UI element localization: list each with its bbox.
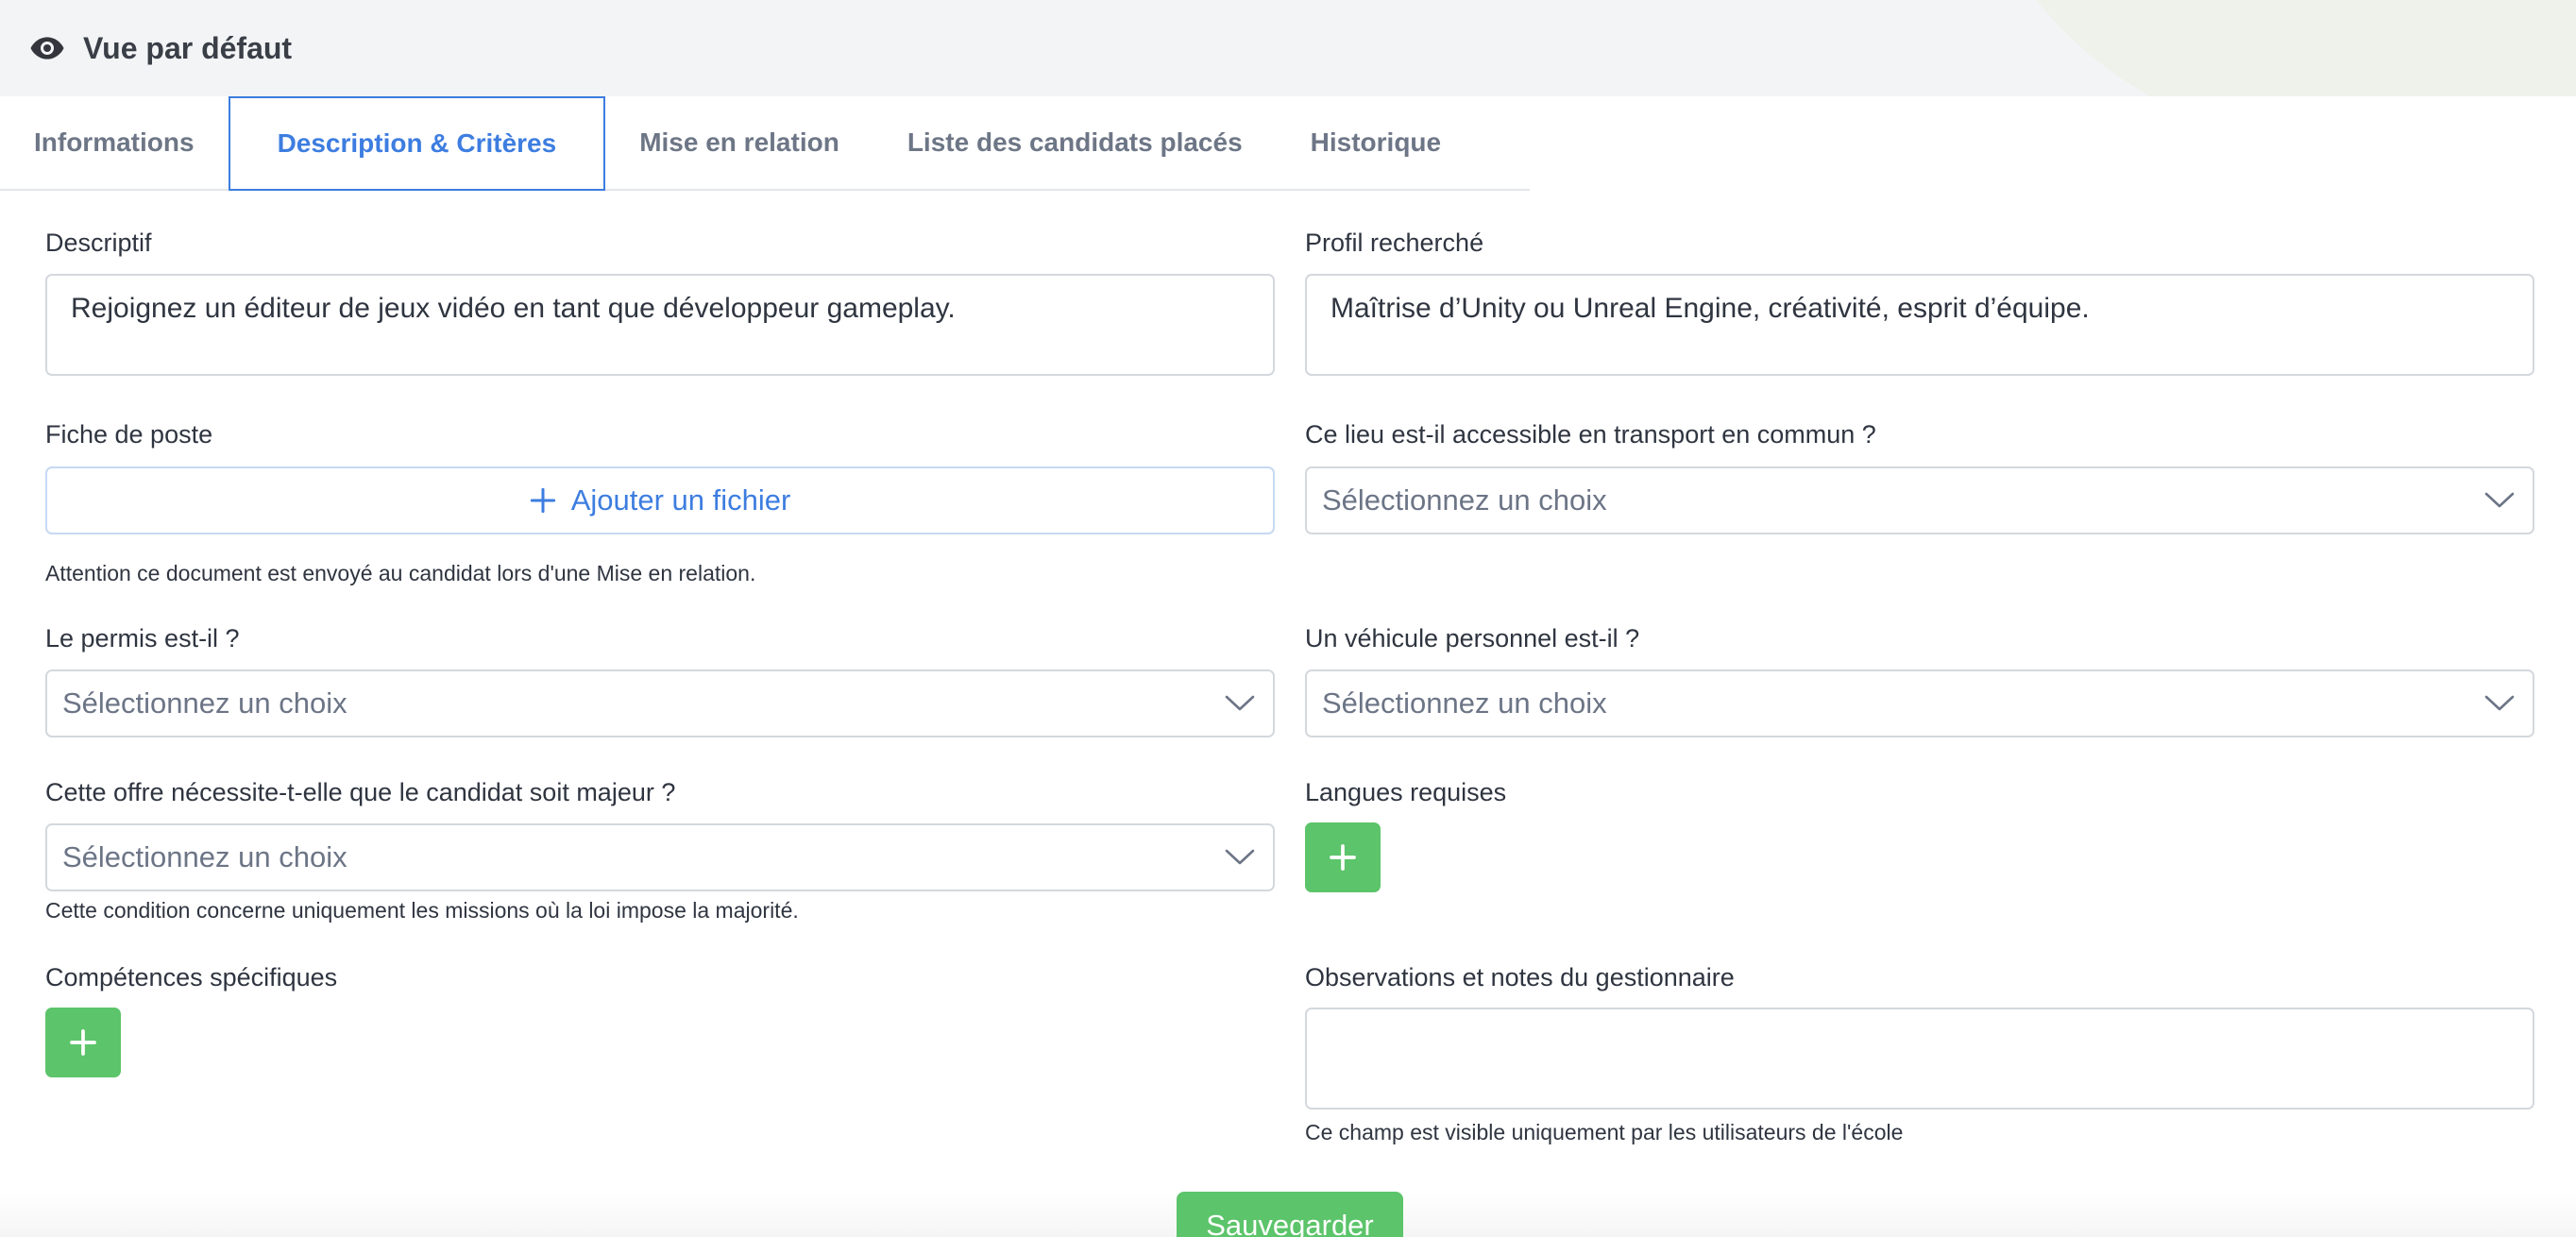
add-competence-button[interactable] <box>45 1008 121 1077</box>
vehicule-select[interactable]: Sélectionnez un choix <box>1305 669 2534 737</box>
plus-icon <box>70 1029 96 1056</box>
majeur-label: Cette offre nécessite-t-elle que le cand… <box>45 778 676 806</box>
chevron-down-icon <box>1225 695 1255 711</box>
page-header: Vue par défaut <box>0 0 2576 96</box>
observations-label: Observations et notes du gestionnaire <box>1305 963 1735 991</box>
transport-select-value: Sélectionnez un choix <box>1322 483 1607 517</box>
majeur-select-value: Sélectionnez un choix <box>62 840 347 873</box>
header-title-group: Vue par défaut <box>28 26 292 70</box>
plus-icon <box>1330 844 1356 871</box>
majeur-select[interactable]: Sélectionnez un choix <box>45 823 1275 891</box>
profil-textarea[interactable]: Maîtrise d’Unity ou Unreal Engine, créat… <box>1305 274 2534 376</box>
fiche-help-text: Attention ce document est envoyé au cand… <box>45 561 756 585</box>
permis-select-value: Sélectionnez un choix <box>62 686 347 720</box>
chevron-down-icon <box>1225 849 1255 865</box>
descriptif-textarea[interactable]: Rejoignez un éditeur de jeux vidéo en ta… <box>45 274 1275 376</box>
add-file-button[interactable]: Ajouter un fichier <box>45 466 1275 534</box>
tab-candidats-places[interactable]: Liste des candidats placés <box>873 96 1277 189</box>
profil-label: Profil recherché <box>1305 229 1484 257</box>
add-langue-button[interactable] <box>1305 822 1381 892</box>
transport-label: Ce lieu est-il accessible en transport e… <box>1305 420 1876 449</box>
save-button[interactable]: Sauvegarder <box>1177 1192 1403 1237</box>
majeur-help-text: Cette condition concerne uniquement les … <box>45 898 799 923</box>
chevron-down-icon <box>2484 695 2515 711</box>
tab-informations[interactable]: Informations <box>0 96 229 189</box>
eye-icon <box>30 37 64 59</box>
observations-textarea[interactable] <box>1305 1008 2534 1110</box>
tab-bar: Informations Description & Critères Mise… <box>0 96 1530 191</box>
header-decoration <box>1962 0 2576 96</box>
vehicule-label: Un véhicule personnel est-il ? <box>1305 624 1640 652</box>
permis-label: Le permis est-il ? <box>45 624 240 652</box>
tab-mise-en-relation[interactable]: Mise en relation <box>605 96 873 189</box>
competences-label: Compétences spécifiques <box>45 963 338 991</box>
langues-label: Langues requises <box>1305 778 1507 806</box>
transport-select[interactable]: Sélectionnez un choix <box>1305 466 2534 534</box>
chevron-down-icon <box>2484 492 2515 508</box>
fiche-label: Fiche de poste <box>45 420 213 449</box>
permis-select[interactable]: Sélectionnez un choix <box>45 669 1275 737</box>
vehicule-select-value: Sélectionnez un choix <box>1322 686 1607 720</box>
plus-icon <box>530 487 555 514</box>
tab-historique[interactable]: Historique <box>1277 96 1475 189</box>
observations-help-text: Ce champ est visible uniquement par les … <box>1305 1120 1904 1144</box>
page-title: Vue par défaut <box>83 30 293 65</box>
add-file-label: Ajouter un fichier <box>570 483 791 517</box>
descriptif-label: Descriptif <box>45 229 152 257</box>
tab-description-criteres[interactable]: Description & Critères <box>228 96 606 191</box>
